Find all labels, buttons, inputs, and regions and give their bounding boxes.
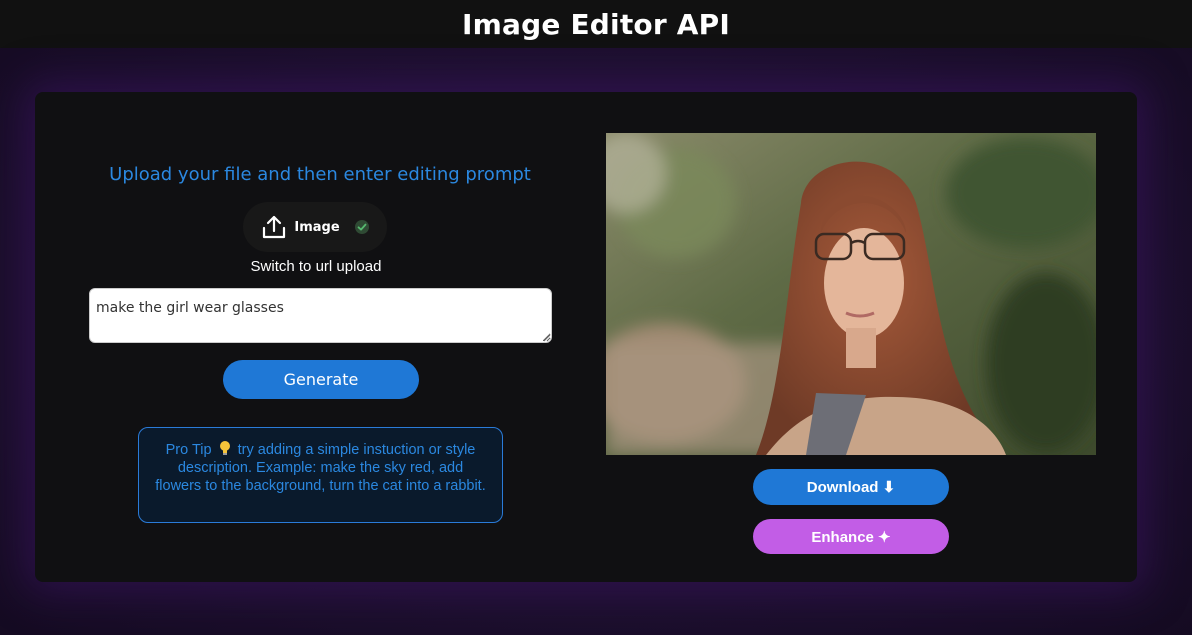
pro-tip-box: Pro Tip try adding a simple instuction o… — [138, 427, 503, 523]
upload-label: Image — [294, 219, 340, 235]
switch-to-url-upload-link[interactable]: Switch to url upload — [35, 258, 597, 275]
pro-tip-prefix: Pro Tip — [165, 442, 212, 458]
lightbulb-icon — [219, 441, 230, 455]
page-title: Image Editor API — [461, 7, 731, 41]
upload-instruction: Upload your file and then enter editing … — [109, 164, 531, 185]
prompt-input[interactable]: make the girl wear glasses — [89, 288, 552, 343]
download-button[interactable]: Download ⬇ — [753, 469, 949, 505]
result-panel: Download ⬇ Enhance ✦ — [605, 92, 1137, 582]
upload-icon — [263, 215, 286, 239]
check-circle-icon — [354, 220, 369, 234]
image-upload-button[interactable]: Image — [243, 202, 387, 252]
editor-panel: Upload your file and then enter editing … — [35, 92, 605, 582]
generate-button[interactable]: Generate — [223, 360, 419, 399]
app-header: Image Editor API — [0, 0, 1192, 48]
editor-card: Upload your file and then enter editing … — [35, 92, 1137, 582]
result-image — [606, 133, 1096, 455]
enhance-button[interactable]: Enhance ✦ — [753, 519, 949, 554]
